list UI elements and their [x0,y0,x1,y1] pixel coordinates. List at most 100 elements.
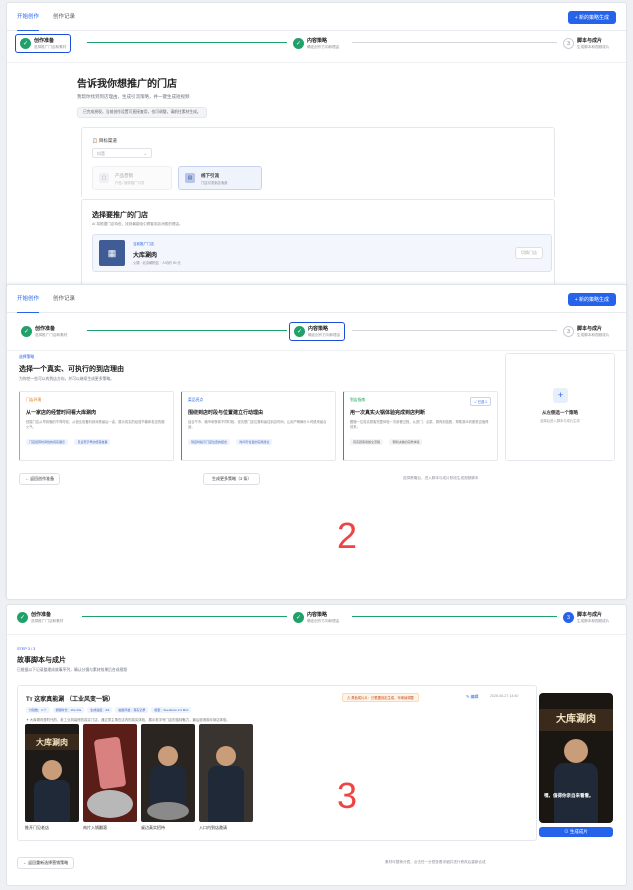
tab-history[interactable]: 创作记录 [53,285,75,313]
option-sub: 门店引流到店消费 [201,181,228,185]
strategy-title: 围绕到店时段与位置建立行动理由 [188,410,264,416]
tab-create[interactable]: 开始创作 [17,3,40,31]
person-body [208,766,244,822]
store-meta: 火锅 · 北京朝阳区 · 人均约 90 元 [133,261,181,265]
shop-sign: 大库涮肉 [539,709,613,731]
person-head [42,760,62,780]
section-header: STEP 3 / 3 故事脚本与成片 已根据以下记录整理成故事序列，确认分镜与素… [17,647,127,673]
strategy-tag: 门店环境 [26,398,42,402]
tab-history[interactable]: 创作记录 [53,3,75,31]
channel-select[interactable]: 抖音 ⌄ [92,148,152,158]
step-connector [352,42,557,43]
store-icon: ▤ [185,173,195,183]
new-strategy-button[interactable]: + 新的策略生成 [567,293,616,306]
check-icon: ✓ [20,38,31,49]
option-product[interactable]: ▢ 产品营销 产品 / 服务推广引流 [92,166,172,190]
storyboard-shot[interactable] [83,724,137,822]
top-nav: 开始创作 创作记录 + 新的策略生成 [7,285,626,313]
store-card: 选择要推广的门店 AI 将根据门店特色，找到最能吸引顾客到店消费的理由。 ▦ 当… [81,199,555,287]
step-strategy[interactable]: ✓ 内容策略 确定创作方向和理由 [293,611,339,624]
option-offline[interactable]: ▤ 线下引流 门店引流到店消费 [178,166,262,190]
check-icon: ✓ [17,612,28,623]
tab-create[interactable]: 开始创作 [17,285,40,313]
strategy-chip: 帮助决策的完整体验 [389,439,423,445]
meta-chip: 分镜数：4 个 [26,707,50,713]
strategy-desc: 跟随一位真实顾客完整体验一次用餐过程，从进门、点菜、涮肉到结账，帮助观众判断是否… [350,420,489,429]
strategy-desc: 结合午市、晚市和夜宵不同时段，说清楚门店位置和最佳到店时间，让用户明确什么时候来… [188,420,327,429]
step-script[interactable]: 3 脚本与成片 生成脚本和视频成片 [563,611,609,624]
storyboard-shot[interactable] [199,724,253,822]
meat-slice [93,736,127,790]
more-strategies-button[interactable]: 生成更多策略（3 条） [203,473,261,485]
strategy-chip: 见证老字号的经营故事 [74,439,111,445]
step-title: 创作准备 [31,612,52,618]
store-badge: 当前推广门店 [133,242,154,246]
script-title: Tт 这家真能涮 （工业风变一锅） [26,697,114,703]
shot-caption: 入口内到店邀请 [199,825,227,830]
store-subtitle: AI 将根据门店特色，找到最能吸引顾客到店消费的理由。 [92,222,183,226]
switch-store-button[interactable]: 切换门店 [515,247,543,259]
bag-icon: ▢ [99,173,109,183]
strategy-card[interactable]: 门店环境 从一家店的经营时间看大库涮肉 拍摄门店从早到晚的不同时段，从营业前备料… [19,391,174,461]
step-prepare[interactable]: ✓ 创作准备 选择推广门店和素材 [15,34,72,53]
page-subtitle: 我帮你找到到店理由，生成引流策略，并一键生成短视频 [77,94,190,99]
page-header: 告诉我你想推广的门店 我帮你找到到店理由，生成引流策略，并一键生成短视频 已完成… [77,75,207,118]
step-script[interactable]: 3 脚本与成片 生成脚本和视频成片 [563,37,609,50]
person-head [158,746,178,766]
step-connector [352,616,557,617]
section-tag: 选择策略 [19,355,35,359]
storyboard-shot[interactable] [141,724,195,822]
stepper: ✓ 创作准备 选择推广门店和素材 ✓ 内容策略 确定创作方向和理由 3 脚本与成片生… [7,605,626,635]
strategy-desc: 拍摄门店从早到晚的不同时段，从营业前备料到深夜最后一桌，展示真实的经营节奏和老店… [26,420,165,429]
store-item[interactable]: ▦ 当前推广门店 大库涮肉 火锅 · 北京朝阳区 · 人均约 90 元 切换门店 [92,234,552,272]
strategy-title: 从一家店的经营时间看大库涮肉 [26,410,97,416]
check-icon: ✓ [294,326,305,337]
storefront-icon: ▦ [99,240,125,266]
shot-caption: 肉片入锅翻滚 [83,825,107,830]
step-strategy[interactable]: ✓ 内容策略 确定创作方向和理由 [293,37,339,50]
edit-button[interactable]: ✎ 编辑 [466,694,478,700]
top-nav: 开始创作 创作记录 + 新的策略生成 [7,3,626,31]
strategy-chip: 真实顾客用餐全流程 [350,439,384,445]
person-head [564,739,588,763]
step-title: 脚本与成片 [577,38,603,44]
section-tag: STEP 3 / 3 [17,647,36,651]
strategy-chip: 门店经营时间线的真实展示 [26,439,69,445]
step-sub: 生成脚本和视频成片 [577,333,610,337]
option-title: 产品营销 [115,173,133,178]
meta-chip: 拍摄风格：真实记录 [115,707,149,713]
step-title: 内容策略 [307,38,328,44]
strategy-chip: 时间与位置的实用建议 [236,439,273,445]
video-preview[interactable]: 大库涮肉 嘿，值得你亲自来看看。 [539,693,613,823]
script-desc: ✦ 大库涮肉是时代的，老工业风装修的真实门店，通过男主角在店内的真实体验，展示老… [26,718,230,722]
check-icon: ✓ [21,326,32,337]
back-to-prepare-button[interactable]: ← 返回创作准备 [19,473,61,485]
stepper: ✓ 创作准备 选择推广门店和素材 ✓ 内容策略 确定创作方向和理由 3 脚本与成片生… [7,31,626,63]
step-strategy[interactable]: ✓ 内容策略 确定创作方向和理由 [289,322,346,341]
store-name: 大库涮肉 [133,253,158,259]
custom-sub: 选择后进入脚本与成片生成 [540,419,580,423]
step-sub: 选择推广门店和素材 [34,45,67,49]
step-prepare[interactable]: ✓ 创作准备 选择推广门店和素材 [17,611,63,624]
panel-script-video: ✓ 创作准备 选择推广门店和素材 ✓ 内容策略 确定创作方向和理由 3 脚本与成片生… [6,604,627,886]
step-title: 内容策略 [307,612,328,618]
plus-icon: + [553,388,568,403]
strategy-chip: 到店时段与门店位置的结合 [188,439,231,445]
step-sub: 确定创作方向和理由 [308,333,341,337]
person-body [34,780,70,822]
page-title: 告诉我你想推广的门店 [77,79,177,90]
step-prepare[interactable]: ✓ 创作准备 选择推广门店和素材 [21,325,67,338]
generate-video-button[interactable]: ⊙ 生成成片 [539,827,613,837]
strategy-card[interactable]: 菜品亮点 围绕到店时段与位置建立行动理由 结合午市、晚市和夜宵不同时段，说清楚门… [181,391,336,461]
step-script[interactable]: 3 脚本与成片 生成脚本和视频成片 [563,325,609,338]
hotpot [147,802,189,820]
step-number-icon: 3 [563,612,574,623]
panel-strategy: 开始创作 创作记录 + 新的策略生成 ✓ 创作准备 选择推广门店和素材 ✓ 内容策… [6,284,627,600]
option-title: 线下引流 [201,173,219,178]
strategy-card-selected[interactable]: 到店指南 ✓ 已选 1 用一次真实火锅体验完成到店判断 跟随一位真实顾客完整体验… [343,391,498,461]
new-strategy-button[interactable]: + 新的策略生成 [567,11,616,24]
storyboard-shot[interactable]: 大库涮肉 [25,724,79,822]
back-to-strategy-button[interactable]: ← 返回重新选择营销策略 [17,857,75,869]
custom-strategy-card[interactable]: + 从左侧选一个策略 选择后进入脚本与成片生成 [505,353,615,461]
step-title: 创作准备 [35,326,56,332]
